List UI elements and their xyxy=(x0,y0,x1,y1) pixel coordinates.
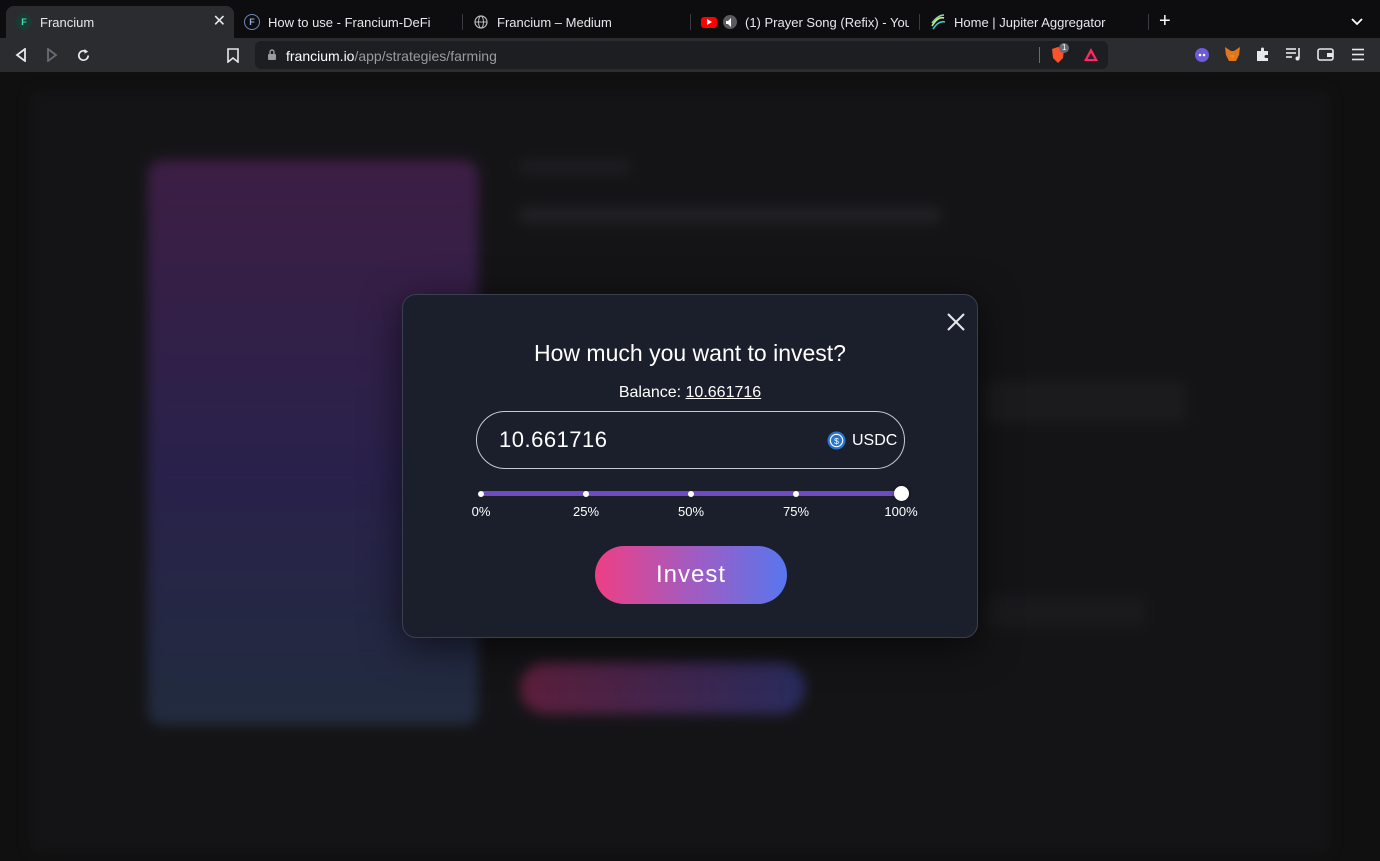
reload-button[interactable] xyxy=(74,46,92,64)
tab-medium[interactable]: Francium – Medium xyxy=(463,6,690,38)
brave-rewards-icon[interactable] xyxy=(1083,47,1099,67)
tab-title: (1) Prayer Song (Refix) - YouTube xyxy=(745,14,909,30)
close-modal-button[interactable] xyxy=(944,310,968,334)
tab-list-chevron-icon[interactable] xyxy=(1351,13,1363,31)
tab-francium[interactable]: F Francium ✕ xyxy=(6,6,234,38)
back-arrow-icon xyxy=(15,48,26,62)
modal-title: How much you want to invest? xyxy=(534,340,846,366)
browser-tab-bar: F Francium ✕ F How to use - Francium-DeF… xyxy=(0,0,1380,38)
browser-toolbar: francium.io/app/strategies/farming 1 xyxy=(0,38,1380,72)
slider-thumb[interactable] xyxy=(894,486,909,501)
brave-shield-icon[interactable]: 1 xyxy=(1050,43,1070,64)
audio-playing-icon[interactable] xyxy=(723,15,737,29)
amount-input[interactable] xyxy=(499,426,799,454)
slider-step-dot[interactable] xyxy=(583,491,589,497)
main-menu-icon[interactable] xyxy=(1351,48,1365,66)
slider-step-label: 100% xyxy=(884,504,918,519)
slider-step-label: 50% xyxy=(677,504,705,519)
forward-arrow-icon xyxy=(47,48,58,62)
media-playlist-icon[interactable] xyxy=(1285,47,1302,66)
url-host: francium.io xyxy=(286,48,355,64)
url-text: francium.io/app/strategies/farming xyxy=(286,48,497,64)
slider-step-dot[interactable] xyxy=(688,491,694,497)
close-tab-icon[interactable]: ✕ xyxy=(213,14,226,30)
francium-docs-icon: F xyxy=(244,14,260,30)
balance-value-link[interactable]: 10.661716 xyxy=(686,384,762,401)
new-tab-button[interactable]: + xyxy=(1159,11,1171,31)
tab-title: Francium – Medium xyxy=(497,14,612,30)
token-selector: $ USDC xyxy=(827,431,897,450)
tab-title: How to use - Francium-DeFi xyxy=(268,14,431,30)
slider-step-label: 25% xyxy=(572,504,600,519)
token-symbol: USDC xyxy=(852,431,898,449)
youtube-icon xyxy=(701,16,717,28)
extension-ghost-icon[interactable] xyxy=(1194,47,1210,68)
globe-icon xyxy=(473,14,489,30)
tab-jupiter[interactable]: Home | Jupiter Aggregator xyxy=(920,6,1148,38)
balance-row: Balance: 10.661716 xyxy=(403,384,977,402)
invest-modal: How much you want to invest? Balance: 10… xyxy=(402,294,978,638)
address-bar[interactable]: francium.io/app/strategies/farming 1 xyxy=(255,41,1108,69)
slider-step-dot[interactable] xyxy=(793,491,799,497)
invest-button[interactable]: Invest xyxy=(595,546,787,604)
back-button[interactable] xyxy=(12,46,30,64)
forward-button[interactable] xyxy=(43,46,61,64)
bookmark-button[interactable] xyxy=(224,46,242,64)
usdc-icon: $ xyxy=(827,431,846,450)
address-bar-divider xyxy=(1039,47,1040,63)
svg-text:$: $ xyxy=(834,436,839,446)
reload-icon xyxy=(77,48,89,61)
jupiter-icon xyxy=(930,14,946,30)
tab-youtube[interactable]: (1) Prayer Song (Refix) - YouTube xyxy=(691,6,919,38)
tab-title: Francium xyxy=(40,14,95,30)
slider-step-label: 0% xyxy=(471,504,491,519)
tab-how-to-use[interactable]: F How to use - Francium-DeFi xyxy=(234,6,462,38)
slider-step-dot[interactable] xyxy=(478,491,484,497)
wallet-icon[interactable] xyxy=(1317,47,1334,67)
lock-icon xyxy=(268,49,276,60)
amount-percent-slider[interactable]: 0% 25% 50% 75% 100% xyxy=(472,486,918,519)
amount-field-container: $ USDC xyxy=(476,411,905,469)
tab-divider xyxy=(1148,14,1149,30)
extensions-puzzle-icon[interactable] xyxy=(1255,46,1271,67)
bookmark-icon xyxy=(227,47,239,63)
shield-count-badge: 1 xyxy=(1059,43,1070,53)
url-path: /app/strategies/farming xyxy=(354,48,497,64)
francium-logo-icon: F xyxy=(16,14,32,30)
metamask-fox-icon[interactable] xyxy=(1224,46,1241,67)
slider-step-label: 75% xyxy=(782,504,810,519)
tab-title: Home | Jupiter Aggregator xyxy=(954,14,1106,30)
close-icon xyxy=(947,313,965,331)
balance-label: Balance: xyxy=(618,384,682,401)
